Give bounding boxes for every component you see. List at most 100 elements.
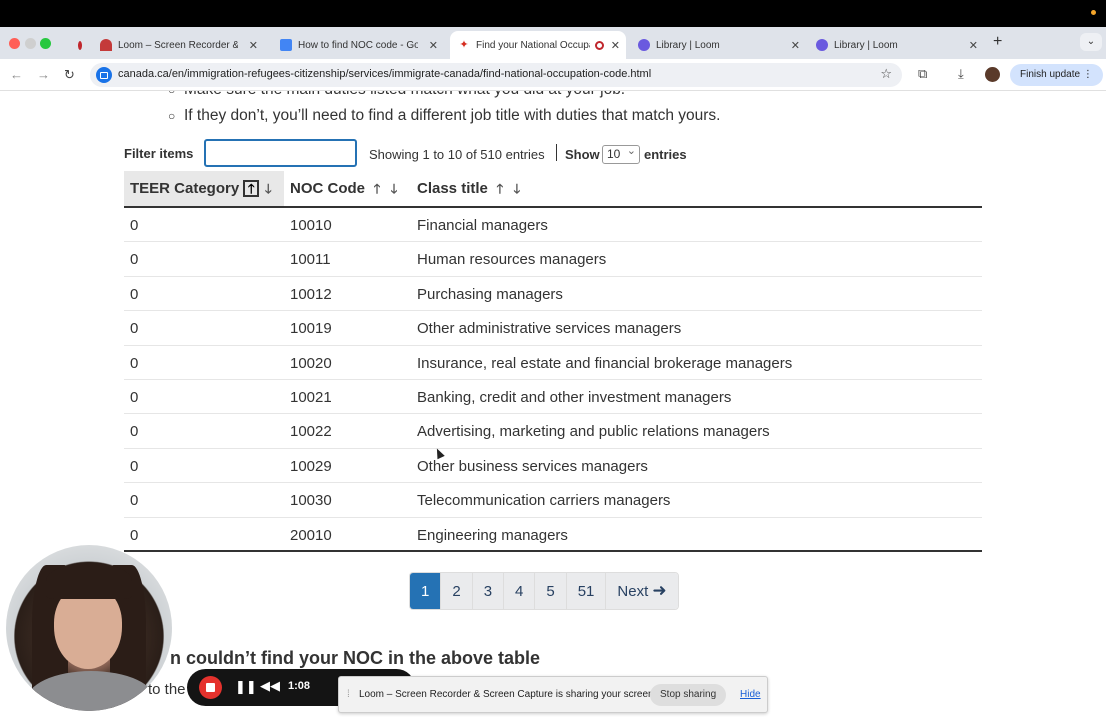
noc-cell: 10021 — [290, 389, 332, 406]
new-tab-icon[interactable]: + — [993, 33, 1002, 51]
teer-cell: 0 — [130, 457, 139, 475]
stop-recording-icon[interactable] — [199, 676, 222, 699]
teer-cell: 0 — [130, 492, 139, 510]
pagination: 1 2 3 4 5 51 Next ➜ — [409, 572, 679, 610]
pause-icon[interactable]: ❚❚ — [235, 679, 257, 695]
profile-avatar[interactable] — [985, 67, 1000, 82]
close-tab-icon[interactable]: ✕ — [249, 39, 258, 52]
reload-icon[interactable]: ↻ — [64, 67, 75, 83]
page-4-button[interactable]: 4 — [504, 573, 536, 609]
table-row: 0 10029 Other business services managers — [124, 449, 982, 484]
bullet-duties: Make sure the main duties listed match w… — [168, 91, 625, 99]
table-row: 0 10022 Advertising, marketing and public … — [124, 414, 982, 449]
table-row: 0 10030 Telecommunication carriers manager… — [124, 483, 982, 518]
bullet-different-title: If they don’t, you’ll need to find a dif… — [168, 107, 720, 125]
close-tab-icon[interactable]: ✕ — [429, 39, 438, 52]
site-info-icon[interactable] — [96, 67, 112, 83]
next-label: Next — [617, 582, 649, 600]
table-row: 0 20010 Engineering managers — [124, 518, 982, 552]
bookmark-star-icon[interactable]: ☆ — [880, 66, 892, 82]
teer-cell: 0 — [130, 526, 139, 544]
loom-extension-tab[interactable] — [66, 31, 84, 59]
system-top-bar — [0, 0, 1106, 27]
table-row: 0 10019 Other administrative services mana… — [124, 311, 982, 346]
next-page-button[interactable]: Next ➜ — [606, 573, 678, 609]
column-label: NOC Code — [290, 180, 365, 197]
loom-icon — [100, 39, 112, 51]
teer-cell: 0 — [130, 217, 139, 234]
table-row: 0 10020 Insurance, real estate and financi… — [124, 346, 982, 380]
hide-button[interactable]: Hide — [740, 689, 761, 700]
extensions-icon[interactable]: ⧉ — [918, 66, 927, 82]
maximize-window-icon[interactable] — [40, 38, 51, 49]
class-title-cell: Human resources managers — [417, 251, 607, 269]
restart-icon[interactable]: ◀◀ — [260, 678, 280, 694]
arrow-right-icon: ➜ — [652, 581, 667, 600]
class-title-cell: Engineering managers — [417, 526, 568, 544]
page-51-button[interactable]: 51 — [566, 573, 607, 609]
sort-desc-icon[interactable]: 🡓 — [260, 180, 276, 197]
noc-cell: 10020 — [290, 354, 332, 372]
loom-icon — [638, 39, 650, 51]
url-omnibox[interactable]: canada.ca/en/immigration-refugees-citize… — [90, 63, 902, 87]
section-heading: n couldn’t find your NOC in the above ta… — [170, 648, 541, 668]
teer-cell: 0 — [130, 285, 139, 303]
docs-icon — [280, 39, 292, 51]
tab-loom-recorder[interactable]: Loom – Screen Recorder & Sc ✕ — [92, 31, 264, 59]
table-row: 0 10011 Human resources managers — [124, 242, 982, 277]
recording-indicator-icon — [1091, 10, 1096, 15]
page-3-button[interactable]: 3 — [472, 573, 505, 609]
sort-desc-icon[interactable]: 🡓 — [386, 180, 402, 197]
page-size-select[interactable]: 10 — [602, 143, 640, 164]
close-tab-icon[interactable]: ✕ — [611, 39, 620, 52]
entries-label: entries — [644, 147, 687, 162]
tab-loom-library-2[interactable]: Library | Loom ✕ — [808, 31, 984, 59]
tab-search-icon[interactable]: ⌄ — [1080, 33, 1102, 51]
tab-label: How to find NOC code - Goo — [298, 39, 418, 51]
sort-asc-icon[interactable]: 🡑 — [243, 180, 260, 197]
noc-cell: 10030 — [290, 492, 332, 510]
tab-find-noc[interactable]: ✦ Find your National Occupa ✕ — [450, 31, 626, 59]
webcam-bubble[interactable] — [6, 545, 172, 711]
forward-icon[interactable]: → — [37, 67, 50, 82]
download-icon[interactable]: ⤓ — [958, 66, 964, 82]
tab-loom-library[interactable]: Library | Loom ✕ — [630, 31, 806, 59]
column-label: TEER Category — [130, 180, 240, 197]
teer-cell: 0 — [130, 423, 139, 441]
sort-desc-icon[interactable]: 🡓 — [509, 180, 525, 197]
teer-cell: 0 — [130, 320, 139, 338]
column-teer[interactable]: TEER Category 🡑 🡓 — [124, 171, 284, 206]
page-2-button[interactable]: 2 — [441, 573, 473, 609]
entries-count: Showing 1 to 10 of 510 entries — [369, 147, 545, 162]
filter-input[interactable] — [204, 139, 357, 167]
tab-label: Library | Loom — [834, 39, 898, 51]
finish-update-button[interactable]: Finish update ⋮ — [1010, 64, 1103, 86]
screen-share-bar: ⁞ Loom – Screen Recorder & Screen Captur… — [338, 676, 768, 713]
back-icon[interactable]: ← — [10, 67, 23, 82]
column-class-title[interactable]: Class title 🡑 🡓 — [411, 171, 611, 206]
sort-asc-icon[interactable]: 🡑 — [492, 180, 508, 197]
divider — [556, 144, 557, 161]
close-window-icon[interactable] — [9, 38, 20, 49]
column-label: Class title — [417, 180, 488, 197]
noc-cell: 20010 — [290, 526, 332, 544]
page-5-button[interactable]: 5 — [535, 573, 567, 609]
table-row: 0 10021 Banking, credit and other investme… — [124, 380, 982, 415]
noc-cell: 10011 — [290, 251, 331, 269]
address-bar: ← → ↻ canada.ca/en/immigration-refugees-… — [0, 59, 1106, 91]
drag-handle-icon[interactable]: ⁞ — [347, 689, 350, 700]
minimize-window-icon[interactable] — [25, 38, 36, 49]
stop-sharing-button[interactable]: Stop sharing — [650, 684, 727, 706]
class-title-cell: Insurance, real estate and financial bro… — [417, 354, 793, 372]
class-title-cell: Advertising, marketing and public relati… — [417, 423, 770, 441]
sort-asc-icon[interactable]: 🡑 — [369, 180, 385, 197]
url-text[interactable]: canada.ca/en/immigration-refugees-citize… — [118, 68, 651, 80]
finish-update-label: Finish update — [1020, 69, 1081, 80]
close-tab-icon[interactable]: ✕ — [791, 39, 800, 52]
close-tab-icon[interactable]: ✕ — [969, 39, 978, 52]
tab-noc-doc[interactable]: How to find NOC code - Goo ✕ — [272, 31, 444, 59]
class-title-cell: Other business services managers — [417, 457, 648, 475]
teer-cell: 0 — [130, 389, 139, 406]
page-1-button[interactable]: 1 — [410, 573, 442, 609]
column-noc[interactable]: NOC Code 🡑 🡓 — [284, 171, 410, 206]
